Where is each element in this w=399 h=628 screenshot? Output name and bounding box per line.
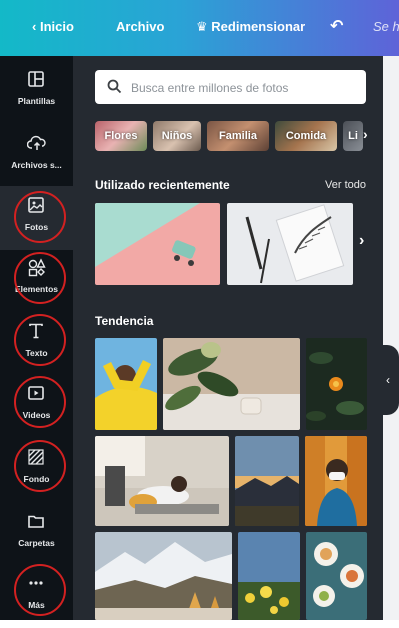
trending-photo[interactable] [306,338,367,430]
trending-photo[interactable] [235,436,299,526]
highlight-circle [14,252,66,304]
chip-label: Li [348,130,358,142]
folder-icon [28,515,44,528]
sidebar-item-label: Carpetas [18,538,55,548]
category-chip-more[interactable]: Li [343,121,363,151]
category-chip-family[interactable]: Familia [207,121,269,151]
resize-label: Redimensionar [211,19,306,34]
trending-photo[interactable] [306,532,367,620]
photos-panel: Flores Niños Familia Comida Li › Utiliza… [73,56,383,620]
search-box[interactable] [95,70,366,104]
recent-photo-toy-car [95,203,220,285]
trending-photo[interactable] [95,532,232,620]
category-chip-flowers[interactable]: Flores [95,121,147,151]
highlight-circle [14,440,66,492]
highlight-circle [14,564,66,616]
canvas-edge [383,56,399,620]
recent-section-title: Utilizado recientemente [95,178,230,192]
trending-photo-mountain-sunset [235,436,299,526]
recent-photo-thumbnail[interactable] [227,203,353,285]
file-menu-button[interactable]: Archivo [116,19,164,34]
category-chip-food[interactable]: Comida [275,121,337,151]
chips-next-arrow-icon[interactable]: › [363,126,368,142]
trending-photo[interactable] [95,338,157,430]
highlight-circle [14,376,66,428]
trending-photo-yellow-flowers [238,532,300,620]
highlight-circle [14,314,66,366]
chevron-left-icon: ‹ [386,373,390,387]
trending-photo[interactable] [305,436,367,526]
search-icon [107,79,122,94]
save-status-text: Se h [373,19,399,34]
sidebar-item-templates[interactable]: Plantillas [0,60,73,124]
back-home-button[interactable]: ‹ Inicio [32,19,74,34]
chip-label: Familia [219,130,257,142]
highlight-circle [14,191,66,243]
trending-photo-food-table [306,532,367,620]
collapse-panel-button[interactable]: ‹ [377,345,399,415]
layout-icon [28,71,44,87]
trending-photo-kids-bed [95,436,229,526]
resize-button[interactable]: ♛ Redimensionar [196,19,305,35]
chip-label: Niños [161,130,193,142]
top-toolbar: ‹ Inicio Archivo ♛ Redimensionar ↶ Se h [0,0,399,56]
trending-section-title: Tendencia [95,314,154,328]
chip-label: Comida [285,130,327,142]
sidebar-item-folders[interactable]: Carpetas [0,502,73,566]
search-input[interactable] [129,76,358,100]
left-sidebar: Plantillas Archivos s... Fotos Elementos [0,56,73,620]
undo-icon[interactable]: ↶ [330,16,343,36]
sidebar-item-label: Archivos s... [11,160,62,170]
recent-photo-thumbnail[interactable] [95,203,220,285]
sidebar-item-label: Plantillas [17,96,56,106]
see-all-link[interactable]: Ver todo [325,179,366,191]
recent-next-arrow-icon[interactable]: › [359,232,364,250]
trending-photo-snowy-mountain [95,532,232,620]
trending-photo-man-mask [305,436,367,526]
chip-label: Flores [104,130,138,142]
home-label: Inicio [39,19,74,34]
recent-photo-sketch [227,203,353,285]
chevron-left-icon: ‹ [32,19,40,34]
trending-photo-person-yellow [95,338,157,430]
sidebar-item-uploads[interactable]: Archivos s... [0,124,73,188]
category-chip-kids[interactable]: Niños [153,121,201,151]
trending-photo[interactable] [95,436,229,526]
trending-photo-plant-cup [163,338,300,430]
trending-photo-orange-flower [306,338,367,430]
trending-photo[interactable] [238,532,300,620]
trending-photo[interactable] [163,338,300,430]
crown-icon: ♛ [196,19,212,34]
cloud-upload-icon [27,135,46,150]
